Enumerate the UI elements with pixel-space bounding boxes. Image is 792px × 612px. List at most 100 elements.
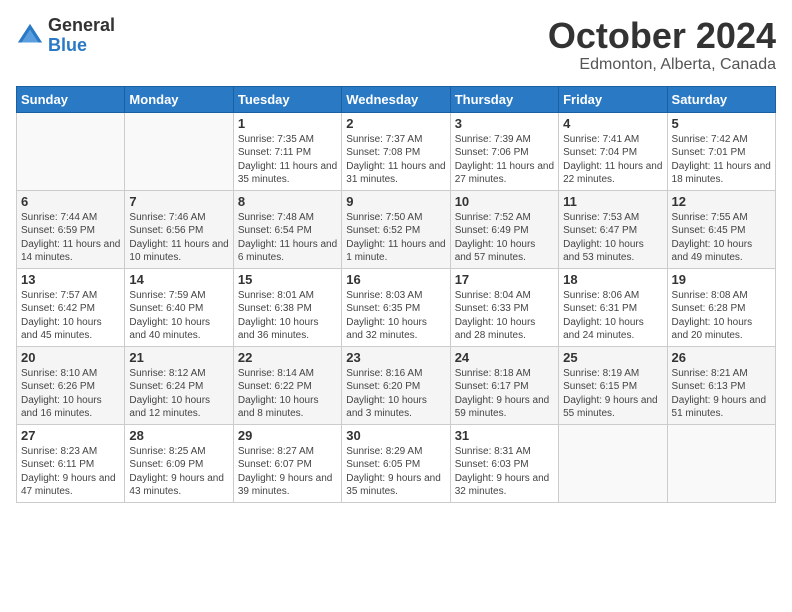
day-info: Sunrise: 8:14 AM Sunset: 6:22 PM Dayligh… [238, 367, 337, 421]
day-info: Sunrise: 8:19 AM Sunset: 6:15 PM Dayligh… [563, 367, 662, 421]
day-cell: 20Sunrise: 8:10 AM Sunset: 6:26 PM Dayli… [17, 346, 125, 424]
day-info: Sunrise: 8:12 AM Sunset: 6:24 PM Dayligh… [129, 367, 228, 421]
day-cell: 6Sunrise: 7:44 AM Sunset: 6:59 PM Daylig… [17, 190, 125, 268]
day-number: 9 [346, 194, 445, 209]
day-info: Sunrise: 7:53 AM Sunset: 6:47 PM Dayligh… [563, 211, 662, 265]
day-number: 11 [563, 194, 662, 209]
day-number: 3 [455, 116, 554, 131]
day-number: 31 [455, 428, 554, 443]
day-info: Sunrise: 8:29 AM Sunset: 6:05 PM Dayligh… [346, 445, 445, 499]
logo-icon [16, 22, 44, 50]
day-info: Sunrise: 7:46 AM Sunset: 6:56 PM Dayligh… [129, 211, 228, 265]
day-info: Sunrise: 8:04 AM Sunset: 6:33 PM Dayligh… [455, 289, 554, 343]
day-number: 23 [346, 350, 445, 365]
day-info: Sunrise: 7:50 AM Sunset: 6:52 PM Dayligh… [346, 211, 445, 265]
day-number: 28 [129, 428, 228, 443]
day-cell: 9 Sunrise: 7:50 AM Sunset: 6:52 PM Daylig… [342, 190, 450, 268]
week-row-5: 27Sunrise: 8:23 AM Sunset: 6:11 PM Dayli… [17, 424, 776, 502]
week-row-4: 20Sunrise: 8:10 AM Sunset: 6:26 PM Dayli… [17, 346, 776, 424]
day-cell: 25 Sunrise: 8:19 AM Sunset: 6:15 PM Dayli… [559, 346, 667, 424]
day-info: Sunrise: 8:06 AM Sunset: 6:31 PM Dayligh… [563, 289, 662, 343]
day-info: Sunrise: 7:48 AM Sunset: 6:54 PM Dayligh… [238, 211, 337, 265]
day-number: 4 [563, 116, 662, 131]
header-tuesday: Tuesday [233, 86, 341, 112]
day-cell: 12Sunrise: 7:55 AM Sunset: 6:45 PM Dayli… [667, 190, 775, 268]
day-number: 8 [238, 194, 337, 209]
day-number: 29 [238, 428, 337, 443]
day-cell: 23 Sunrise: 8:16 AM Sunset: 6:20 PM Dayli… [342, 346, 450, 424]
day-number: 30 [346, 428, 445, 443]
day-info: Sunrise: 8:18 AM Sunset: 6:17 PM Dayligh… [455, 367, 554, 421]
day-info: Sunrise: 8:31 AM Sunset: 6:03 PM Dayligh… [455, 445, 554, 499]
day-number: 2 [346, 116, 445, 131]
day-cell: 18 Sunrise: 8:06 AM Sunset: 6:31 PM Dayli… [559, 268, 667, 346]
logo-blue: Blue [48, 36, 115, 56]
day-info: Sunrise: 8:01 AM Sunset: 6:38 PM Dayligh… [238, 289, 337, 343]
day-cell: 2 Sunrise: 7:37 AM Sunset: 7:08 PM Daylig… [342, 112, 450, 190]
header-wednesday: Wednesday [342, 86, 450, 112]
day-cell: 10Sunrise: 7:52 AM Sunset: 6:49 PM Dayli… [450, 190, 558, 268]
day-number: 14 [129, 272, 228, 287]
day-info: Sunrise: 8:27 AM Sunset: 6:07 PM Dayligh… [238, 445, 337, 499]
day-info: Sunrise: 7:42 AM Sunset: 7:01 PM Dayligh… [672, 133, 771, 187]
calendar-header: Sunday Monday Tuesday Wednesday Thursday… [17, 86, 776, 112]
day-cell: 8 Sunrise: 7:48 AM Sunset: 6:54 PM Daylig… [233, 190, 341, 268]
day-cell: 1 Sunrise: 7:35 AM Sunset: 7:11 PM Daylig… [233, 112, 341, 190]
day-cell: 14 Sunrise: 7:59 AM Sunset: 6:40 PM Dayli… [125, 268, 233, 346]
header-saturday: Saturday [667, 86, 775, 112]
day-cell: 26Sunrise: 8:21 AM Sunset: 6:13 PM Dayli… [667, 346, 775, 424]
day-number: 22 [238, 350, 337, 365]
day-cell: 31 Sunrise: 8:31 AM Sunset: 6:03 PM Dayli… [450, 424, 558, 502]
day-cell: 30 Sunrise: 8:29 AM Sunset: 6:05 PM Dayli… [342, 424, 450, 502]
title-area: October 2024 Edmonton, Alberta, Canada [548, 16, 776, 74]
day-cell: 7 Sunrise: 7:46 AM Sunset: 6:56 PM Daylig… [125, 190, 233, 268]
day-number: 7 [129, 194, 228, 209]
day-number: 1 [238, 116, 337, 131]
day-info: Sunrise: 7:41 AM Sunset: 7:04 PM Dayligh… [563, 133, 662, 187]
day-cell: 15 Sunrise: 8:01 AM Sunset: 6:38 PM Dayli… [233, 268, 341, 346]
day-cell: 3Sunrise: 7:39 AM Sunset: 7:06 PM Daylig… [450, 112, 558, 190]
day-cell: 28 Sunrise: 8:25 AM Sunset: 6:09 PM Dayli… [125, 424, 233, 502]
week-row-2: 6Sunrise: 7:44 AM Sunset: 6:59 PM Daylig… [17, 190, 776, 268]
day-number: 21 [129, 350, 228, 365]
day-cell: 4 Sunrise: 7:41 AM Sunset: 7:04 PM Daylig… [559, 112, 667, 190]
day-info: Sunrise: 8:25 AM Sunset: 6:09 PM Dayligh… [129, 445, 228, 499]
day-info: Sunrise: 8:16 AM Sunset: 6:20 PM Dayligh… [346, 367, 445, 421]
day-info: Sunrise: 7:55 AM Sunset: 6:45 PM Dayligh… [672, 211, 771, 265]
logo-text: General Blue [48, 16, 115, 56]
location-title: Edmonton, Alberta, Canada [548, 56, 776, 74]
calendar-body: 1 Sunrise: 7:35 AM Sunset: 7:11 PM Daylig… [17, 112, 776, 502]
day-number: 25 [563, 350, 662, 365]
week-row-1: 1 Sunrise: 7:35 AM Sunset: 7:11 PM Daylig… [17, 112, 776, 190]
day-cell: 19 Sunrise: 8:08 AM Sunset: 6:28 PM Dayli… [667, 268, 775, 346]
day-cell [125, 112, 233, 190]
day-number: 5 [672, 116, 771, 131]
day-info: Sunrise: 7:57 AM Sunset: 6:42 PM Dayligh… [21, 289, 120, 343]
day-cell: 13Sunrise: 7:57 AM Sunset: 6:42 PM Dayli… [17, 268, 125, 346]
day-info: Sunrise: 7:35 AM Sunset: 7:11 PM Dayligh… [238, 133, 337, 187]
day-cell: 16 Sunrise: 8:03 AM Sunset: 6:35 PM Dayli… [342, 268, 450, 346]
day-cell: 21 Sunrise: 8:12 AM Sunset: 6:24 PM Dayli… [125, 346, 233, 424]
day-cell: 29 Sunrise: 8:27 AM Sunset: 6:07 PM Dayli… [233, 424, 341, 502]
day-number: 18 [563, 272, 662, 287]
day-number: 6 [21, 194, 120, 209]
header-monday: Monday [125, 86, 233, 112]
day-cell: 17Sunrise: 8:04 AM Sunset: 6:33 PM Dayli… [450, 268, 558, 346]
day-info: Sunrise: 8:08 AM Sunset: 6:28 PM Dayligh… [672, 289, 771, 343]
day-info: Sunrise: 8:21 AM Sunset: 6:13 PM Dayligh… [672, 367, 771, 421]
day-info: Sunrise: 8:10 AM Sunset: 6:26 PM Dayligh… [21, 367, 120, 421]
month-title: October 2024 [548, 16, 776, 56]
day-info: Sunrise: 7:59 AM Sunset: 6:40 PM Dayligh… [129, 289, 228, 343]
day-number: 19 [672, 272, 771, 287]
day-info: Sunrise: 7:37 AM Sunset: 7:08 PM Dayligh… [346, 133, 445, 187]
day-info: Sunrise: 8:03 AM Sunset: 6:35 PM Dayligh… [346, 289, 445, 343]
day-number: 15 [238, 272, 337, 287]
logo-general: General [48, 16, 115, 36]
day-info: Sunrise: 7:52 AM Sunset: 6:49 PM Dayligh… [455, 211, 554, 265]
day-cell [559, 424, 667, 502]
day-number: 16 [346, 272, 445, 287]
day-cell [17, 112, 125, 190]
logo: General Blue [16, 16, 115, 56]
day-cell: 11 Sunrise: 7:53 AM Sunset: 6:47 PM Dayli… [559, 190, 667, 268]
day-cell: 27Sunrise: 8:23 AM Sunset: 6:11 PM Dayli… [17, 424, 125, 502]
